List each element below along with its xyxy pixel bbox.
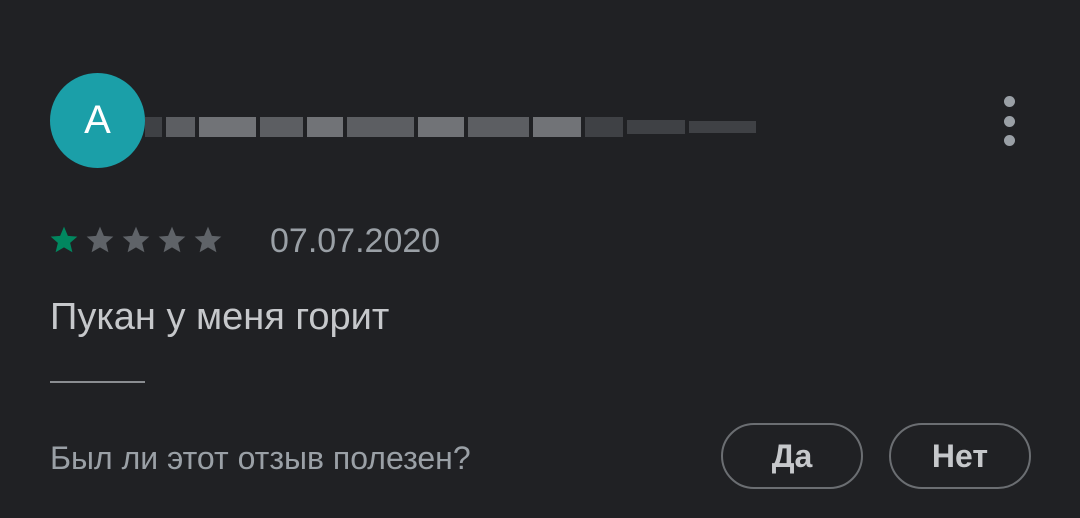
star-rating (48, 224, 224, 256)
more-vert-icon[interactable] (994, 96, 1024, 146)
helpful-question: Был ли этот отзыв полезен? (50, 440, 471, 476)
review-date: 07.07.2020 (270, 222, 441, 260)
star-empty-icon (122, 226, 150, 253)
review-card: A 07.07.2020 Пукан у меня горит Был ли э… (0, 0, 1080, 518)
yes-button[interactable]: Да (721, 423, 863, 489)
star-empty-icon (86, 226, 114, 253)
avatar-letter: A (84, 98, 111, 142)
divider (50, 381, 145, 383)
star-empty-icon (194, 226, 222, 253)
star-filled-icon (50, 226, 78, 253)
avatar: A (50, 73, 145, 168)
no-button[interactable]: Нет (889, 423, 1031, 489)
star-empty-icon (158, 226, 186, 253)
author-name-redacted (145, 98, 760, 156)
review-text: Пукан у меня горит (50, 296, 390, 338)
